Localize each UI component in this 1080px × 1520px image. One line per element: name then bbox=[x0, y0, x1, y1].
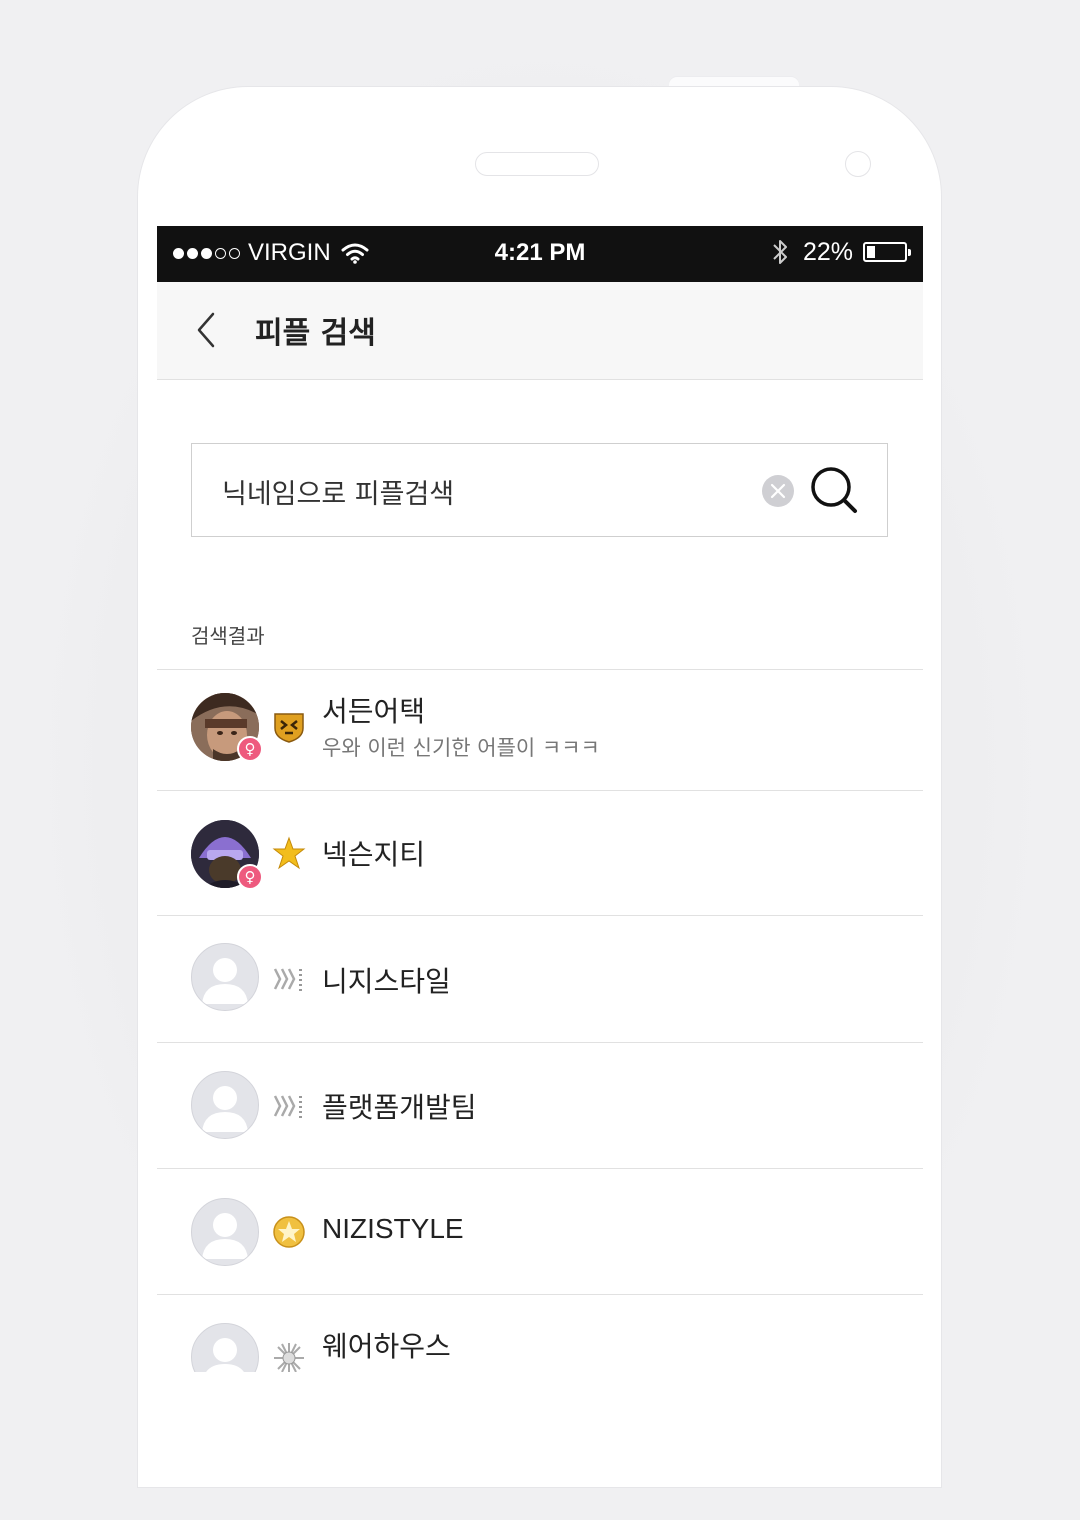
avatar[interactable] bbox=[191, 943, 259, 1011]
status-bar: VIRGIN 4:21 PM 22% bbox=[157, 226, 923, 282]
avatar[interactable] bbox=[191, 1198, 259, 1266]
default-avatar-icon bbox=[202, 1086, 248, 1132]
search-input[interactable]: 닉네임으로 피플검색 bbox=[191, 443, 888, 537]
phone-speaker bbox=[475, 152, 599, 176]
phone-camera bbox=[845, 151, 871, 177]
list-item[interactable]: ♀ 넥슨지티 bbox=[157, 790, 923, 915]
result-name[interactable]: 웨어하우스 bbox=[322, 1325, 451, 1365]
diamond-rank-icon bbox=[273, 1095, 302, 1118]
result-name[interactable]: 서든어택 bbox=[322, 690, 425, 730]
battery-icon bbox=[863, 242, 911, 262]
star-medal-icon bbox=[273, 1216, 305, 1248]
list-item[interactable]: 웨어하우스 bbox=[157, 1294, 923, 1372]
avatar[interactable] bbox=[191, 1071, 259, 1139]
status-right-group: 22% bbox=[771, 237, 911, 267]
result-name[interactable]: 넥슨지티 bbox=[322, 833, 425, 873]
results-list: ♀ 서든어택 우와 이런 신기한 어플이 ㅋㅋㅋ ♀ 넥슨지티 니지스타일 플랫… bbox=[157, 669, 923, 1372]
result-name[interactable]: 플랫폼개발팀 bbox=[322, 1086, 477, 1126]
default-avatar-icon bbox=[206, 1338, 244, 1372]
close-icon bbox=[770, 483, 786, 499]
result-name[interactable]: NIZISTYLE bbox=[322, 1213, 464, 1245]
default-avatar-icon bbox=[202, 958, 248, 1004]
female-icon: ♀ bbox=[237, 864, 263, 890]
page-title: 피플 검색 bbox=[255, 316, 376, 351]
list-item[interactable]: 플랫폼개발팀 bbox=[157, 1042, 923, 1168]
silver-burst-icon bbox=[274, 1343, 304, 1372]
list-item[interactable]: ♀ 서든어택 우와 이런 신기한 어플이 ㅋㅋㅋ bbox=[157, 669, 923, 790]
back-chevron-icon[interactable] bbox=[187, 308, 227, 352]
list-item[interactable]: 니지스타일 bbox=[157, 915, 923, 1042]
battery-percent: 22% bbox=[802, 237, 853, 266]
result-name[interactable]: 니지스타일 bbox=[322, 960, 451, 1000]
nav-bar: 피플 검색 bbox=[157, 282, 923, 380]
search-icon[interactable] bbox=[808, 464, 860, 516]
list-item[interactable]: NIZISTYLE bbox=[157, 1168, 923, 1294]
gold-star-icon bbox=[272, 836, 306, 870]
search-input-value[interactable]: 닉네임으로 피플검색 bbox=[222, 472, 454, 511]
result-status: 우와 이런 신기한 어플이 ㅋㅋㅋ bbox=[322, 736, 600, 760]
female-icon: ♀ bbox=[237, 736, 263, 762]
results-heading: 검색결과 bbox=[191, 624, 265, 648]
clear-search-button[interactable] bbox=[762, 475, 794, 507]
app-screen: VIRGIN 4:21 PM 22% 피플 검색 닉네임으로 피플검색 검색결과… bbox=[157, 226, 923, 1372]
avatar[interactable] bbox=[191, 1323, 259, 1372]
diamond-rank-icon bbox=[273, 968, 302, 991]
default-avatar-icon bbox=[202, 1213, 248, 1259]
shield-badge-icon bbox=[274, 713, 304, 743]
bluetooth-icon bbox=[773, 240, 787, 264]
